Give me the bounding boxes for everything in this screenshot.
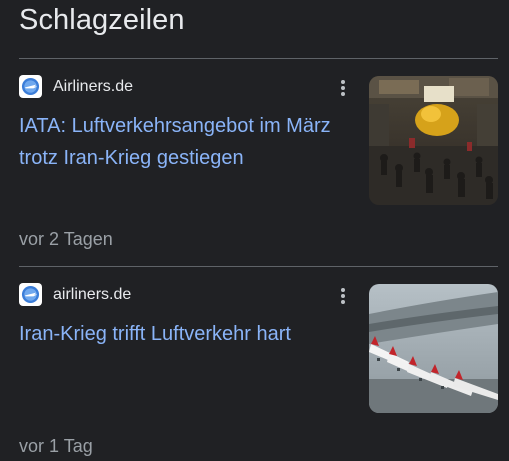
- divider: [19, 266, 498, 267]
- airliners-logo-icon: [19, 75, 42, 98]
- divider: [19, 58, 498, 59]
- more-options-button[interactable]: [333, 77, 353, 99]
- airliners-logo-icon: [19, 283, 42, 306]
- source-name[interactable]: Airliners.de: [53, 78, 133, 96]
- headline-link[interactable]: Iran-Krieg trifft Luftverkehr hart: [19, 318, 349, 350]
- source-row: Airliners.de: [19, 75, 133, 98]
- article-thumbnail[interactable]: [369, 76, 498, 205]
- timestamp: vor 1 Tag: [19, 436, 93, 456]
- timestamp: vor 2 Tagen: [19, 229, 113, 249]
- more-options-button[interactable]: [333, 285, 353, 307]
- more-vert-icon: [341, 80, 345, 96]
- more-vert-icon: [341, 288, 345, 304]
- article-thumbnail[interactable]: [369, 284, 498, 413]
- headline-link[interactable]: IATA: Luftverkehrsangebot im März trotz …: [19, 110, 349, 174]
- source-row: airliners.de: [19, 283, 131, 306]
- source-name[interactable]: airliners.de: [53, 286, 131, 304]
- section-title: Schlagzeilen: [19, 4, 185, 36]
